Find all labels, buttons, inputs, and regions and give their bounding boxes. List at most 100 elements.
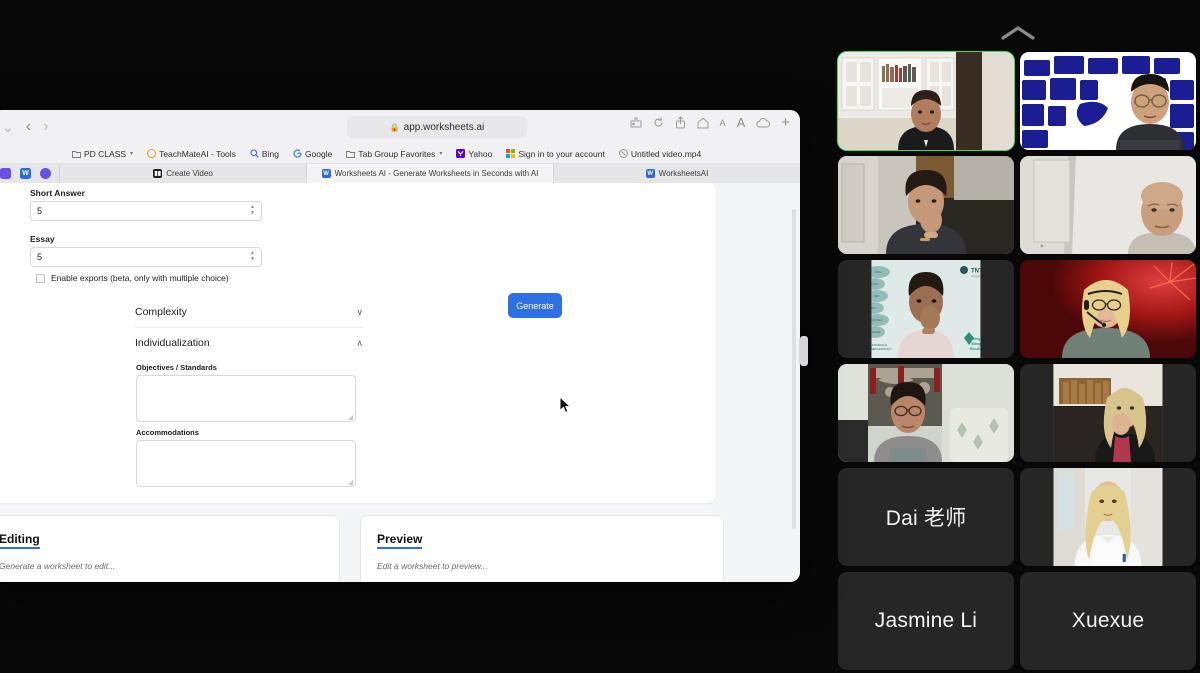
participant-tile[interactable]: [1020, 52, 1196, 150]
participant-tile[interactable]: Xuexue: [1020, 572, 1196, 670]
address-bar[interactable]: 🔒 app.worksheets.ai: [347, 116, 527, 138]
objectives-textarea[interactable]: [136, 375, 356, 422]
back-button[interactable]: ‹: [26, 119, 31, 135]
svg-text:Bilingüe: Bilingüe: [971, 342, 980, 346]
accordion-label: Complexity: [135, 306, 187, 318]
participant-video: WIDA ELPA IEP 504 GIFTED ENGAGE MULTILINGUAL…: [871, 260, 981, 358]
folder-icon: [72, 149, 81, 158]
generate-button[interactable]: Generate: [508, 293, 562, 318]
folder-icon: [346, 149, 356, 158]
short-answer-field: Short Answer 5 ▲ ▼: [30, 188, 262, 221]
text-size-increase-icon[interactable]: A: [737, 115, 746, 130]
tab-create-video[interactable]: ▮▮ Create Video: [59, 164, 306, 183]
participant-tile[interactable]: Jasmine Li: [838, 572, 1014, 670]
google-icon: [293, 149, 302, 158]
participant-video: [1020, 260, 1196, 358]
tab-worksheetsai[interactable]: W WorksheetsAI: [553, 164, 800, 183]
bookmark-pd-class[interactable]: PD CLASS ▾: [72, 149, 133, 159]
icloud-icon[interactable]: [756, 117, 771, 128]
chevron-up-icon: ∧: [356, 337, 363, 348]
enable-exports-row[interactable]: Enable exports (beta, only with multiple…: [36, 273, 229, 283]
share-icon[interactable]: [675, 116, 686, 129]
svg-text:Bicultural: Bicultural: [970, 347, 980, 351]
participant-tile[interactable]: [837, 51, 1015, 151]
pinned-tab-3[interactable]: [40, 168, 51, 179]
yahoo-icon: [456, 149, 466, 158]
participant-tile[interactable]: [838, 156, 1014, 254]
enable-exports-checkbox[interactable]: [36, 273, 45, 283]
objectives-field: Objectives / Standards: [136, 363, 356, 422]
page-content: Short Answer 5 ▲ ▼ Essay 5 ▲ ▼ Enable ex…: [0, 183, 800, 582]
accommodations-label: Accommodations: [136, 428, 199, 437]
participant-video: [1053, 364, 1163, 462]
extensions-icon[interactable]: [630, 117, 642, 128]
chevron-down-icon: ▾: [439, 151, 443, 157]
short-answer-input[interactable]: 5 ▲ ▼: [30, 201, 262, 221]
window-resize-handle[interactable]: [800, 336, 808, 366]
worksheet-generator-card: Short Answer 5 ▲ ▼ Essay 5 ▲ ▼ Enable ex…: [0, 183, 716, 503]
bookmark-label: PD CLASS: [84, 148, 127, 159]
participant-video-grid: WIDA ELPA IEP 504 GIFTED ENGAGE MULTILINGUAL…: [837, 51, 1196, 672]
bookmark-google[interactable]: Google: [293, 149, 332, 159]
enable-exports-label: Enable exports (beta, only with multiple…: [51, 273, 229, 283]
svg-text:TNTP: TNTP: [971, 269, 981, 275]
bookmark-untitled-video[interactable]: Untitled video.mp4: [618, 149, 701, 159]
bookmark-sign-in[interactable]: Sign in to your account: [506, 149, 605, 159]
text-size-decrease-icon[interactable]: A: [720, 118, 726, 128]
editing-panel: Editing Generate a worksheet to edit...: [0, 515, 340, 582]
bookmark-label: Google: [304, 148, 333, 159]
bookmark-teachmate[interactable]: TeachMateAI - Tools: [147, 149, 236, 159]
stepper-icon[interactable]: ▲ ▼: [250, 251, 255, 262]
svg-text:ENGAGE: ENGAGE: [871, 330, 880, 334]
bookmark-tab-group-favorites[interactable]: Tab Group Favorites ▾: [346, 149, 442, 159]
reload-icon[interactable]: [653, 117, 664, 128]
participant-tile[interactable]: [1020, 364, 1196, 462]
essay-input[interactable]: 5 ▲ ▼: [30, 247, 262, 267]
teachmate-icon: [147, 149, 157, 158]
stepper-icon[interactable]: ▲ ▼: [250, 205, 255, 216]
svg-text:LEARNER ADVOCACY: LEARNER ADVOCACY: [871, 347, 892, 351]
new-tab-icon[interactable]: +: [781, 115, 790, 130]
address-bar-url: app.worksheets.ai: [403, 121, 485, 133]
accordion-individualization[interactable]: Individualization ∧: [135, 328, 363, 358]
accommodations-textarea[interactable]: [136, 440, 356, 487]
short-answer-label: Short Answer: [30, 188, 85, 198]
bookmark-yahoo[interactable]: Yahoo: [456, 149, 492, 159]
page-scrollbar[interactable]: [792, 209, 796, 529]
bookmark-label: TeachMateAI - Tools: [159, 148, 236, 159]
svg-text:reimagine teaching: reimagine teaching: [971, 275, 981, 278]
participant-tile[interactable]: [1020, 468, 1196, 566]
participant-tile[interactable]: [1020, 260, 1196, 358]
worksheets-icon: W: [645, 169, 655, 178]
participant-name: Dai 老师: [885, 507, 967, 530]
sidebar-chevron-icon[interactable]: ⌄: [2, 119, 14, 136]
screen: WIDA ELPA IEP 504 GIFTED ENGAGE MULTILINGUAL…: [0, 0, 1200, 673]
worksheets-icon: W: [321, 169, 331, 178]
safari-browser-window: ⌄ ‹ › 🔒 app.worksheets.ai A A + PD CLASS…: [0, 110, 800, 582]
participant-tile[interactable]: WIDA ELPA IEP 504 GIFTED ENGAGE MULTILINGUAL…: [838, 260, 1014, 358]
svg-text:MULTILINGUAL: MULTILINGUAL: [871, 343, 887, 347]
pinned-tab-worksheets[interactable]: W: [20, 168, 31, 179]
editing-panel-title: Editing: [0, 532, 40, 549]
participant-tile[interactable]: [1020, 156, 1196, 254]
editing-panel-placeholder: Generate a worksheet to edit...: [0, 561, 116, 571]
essay-value: 5: [37, 252, 43, 262]
collapse-video-panel-button[interactable]: [996, 20, 1040, 46]
svg-text:WIDA: WIDA: [874, 270, 882, 274]
participant-tile[interactable]: [838, 364, 1014, 462]
tab-worksheets-ai[interactable]: W Worksheets AI - Generate Worksheets in…: [306, 164, 553, 183]
participant-video: [1020, 52, 1196, 150]
preview-panel-title: Preview: [377, 532, 423, 549]
participant-name: Xuexue: [1071, 609, 1145, 632]
short-answer-value: 5: [37, 206, 43, 216]
essay-label: Essay: [30, 234, 55, 244]
pinned-tab-1[interactable]: [0, 168, 11, 179]
svg-text:GIFTED: GIFTED: [872, 318, 884, 322]
accommodations-field: Accommodations: [136, 428, 356, 487]
participant-tile[interactable]: Dai 老师: [838, 468, 1014, 566]
forward-button[interactable]: ›: [43, 119, 48, 135]
home-icon[interactable]: [697, 117, 709, 129]
svg-text:IEP: IEP: [875, 294, 880, 298]
bookmark-bing[interactable]: Bing: [250, 149, 279, 159]
accordion-complexity[interactable]: Complexity ∨: [135, 297, 363, 328]
